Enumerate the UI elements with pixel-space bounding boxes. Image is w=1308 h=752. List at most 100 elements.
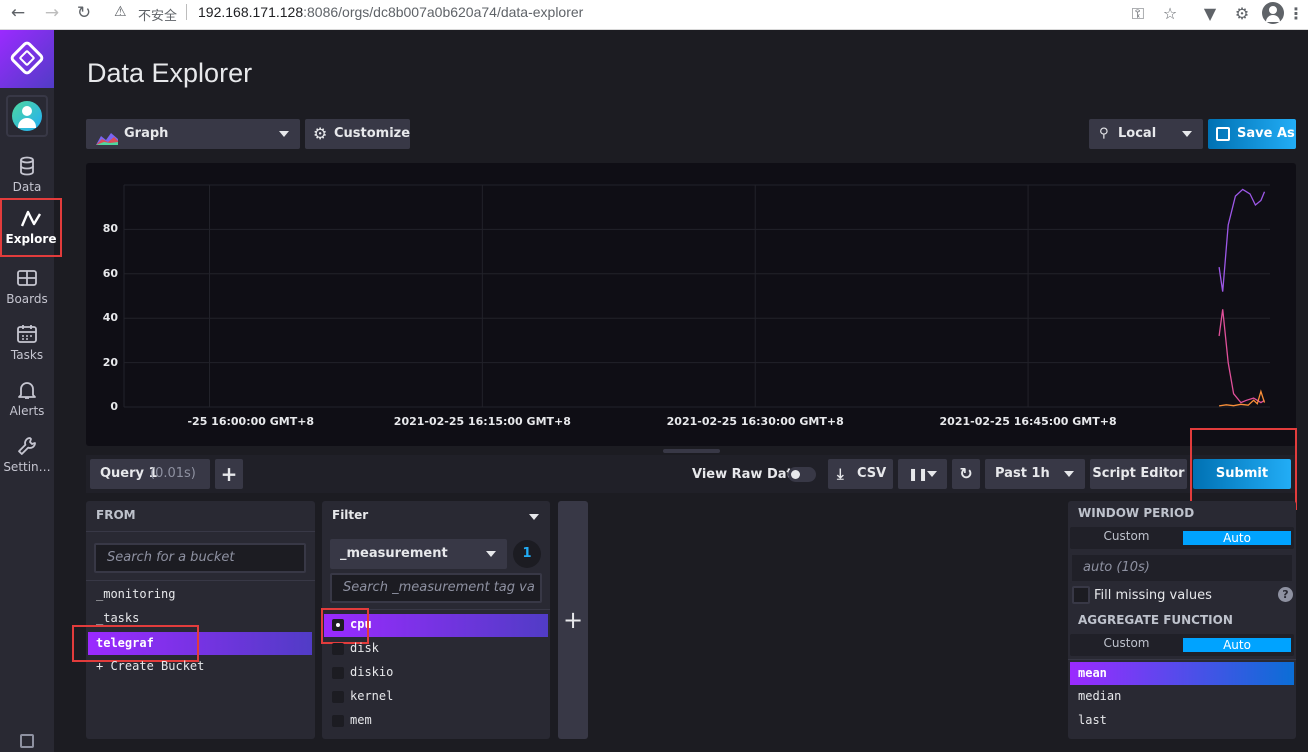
tag-value-item[interactable]: kernel xyxy=(332,689,393,704)
reload-icon[interactable]: ↻ xyxy=(72,3,96,25)
download-icon: ⤓ xyxy=(837,465,844,483)
script-editor-button[interactable]: Script Editor xyxy=(1090,459,1187,489)
add-filter-button[interactable]: + xyxy=(558,501,588,739)
menu-icon[interactable]: ⋮ xyxy=(1286,4,1306,24)
query-tab-time: (0.01s) xyxy=(150,466,196,481)
back-icon[interactable]: ← xyxy=(6,3,30,25)
vis-type-label: Graph xyxy=(124,126,169,141)
from-header: FROM xyxy=(96,508,136,522)
sidebar-item-alerts[interactable]: Alerts xyxy=(0,376,54,432)
gear-icon: ⚙ xyxy=(313,124,328,143)
filter-header: Filter xyxy=(332,508,369,522)
pause-dropdown[interactable]: ❚❚ xyxy=(898,459,947,489)
tag-value-search-input[interactable]: Search _measurement tag va xyxy=(330,573,542,603)
highlight-box xyxy=(72,625,199,662)
refresh-button[interactable]: ↻ xyxy=(952,459,980,489)
bucket-item[interactable]: _tasks xyxy=(96,611,139,625)
avatar[interactable] xyxy=(12,101,42,131)
page-title: Data Explorer xyxy=(87,58,253,88)
insecure-label: 不安全 xyxy=(138,9,178,24)
sidebar-item-boards[interactable]: Boards xyxy=(0,264,54,320)
tag-value-item[interactable]: mem xyxy=(332,713,372,728)
highlight-box xyxy=(321,608,369,644)
y-tick-label: 80 xyxy=(102,222,118,236)
checkbox xyxy=(332,642,344,655)
resize-handle[interactable] xyxy=(663,449,720,453)
collapse-sidebar-icon[interactable] xyxy=(20,734,34,748)
vis-type-dropdown[interactable]: Graph xyxy=(86,119,300,149)
help-icon[interactable]: ? xyxy=(1278,587,1293,602)
calendar-icon xyxy=(0,324,54,348)
aggregate-item-selected[interactable]: mean xyxy=(1070,662,1294,685)
sidebar-item-explore[interactable]: Explore xyxy=(0,198,62,257)
query-tab-label: Query 1 xyxy=(100,466,158,481)
divider xyxy=(86,531,315,532)
line-chart[interactable] xyxy=(86,163,1296,446)
x-tick-label: -25 16:00:00 GMT+8 xyxy=(187,415,315,428)
aggregate-item[interactable]: last xyxy=(1078,713,1107,727)
window-auto-option[interactable]: Auto xyxy=(1183,531,1291,545)
customize-label: Customize xyxy=(334,126,411,141)
wrench-icon xyxy=(0,436,54,460)
sidebar-item-label: Alerts xyxy=(9,404,45,418)
chart-grid xyxy=(123,184,1270,408)
sidebar-item-tasks[interactable]: Tasks xyxy=(0,320,54,376)
refresh-icon: ↻ xyxy=(959,464,973,483)
x-tick-label: 2021-02-25 16:15:00 GMT+8 xyxy=(393,415,571,428)
url-path: :8086/orgs/dc8b007a0b620a74/data-explore… xyxy=(303,4,584,20)
bucket-search-input[interactable]: Search for a bucket xyxy=(94,543,306,573)
extension-v-icon[interactable]: ▼ xyxy=(1200,4,1220,24)
series-line-1 xyxy=(1218,188,1266,292)
view-raw-toggle[interactable] xyxy=(788,467,816,482)
bucket-item[interactable]: _monitoring xyxy=(96,587,175,601)
profile-icon[interactable] xyxy=(1262,2,1284,24)
divider xyxy=(1068,659,1296,660)
checkbox xyxy=(332,690,344,703)
customize-button[interactable]: ⚙ Customize xyxy=(305,119,410,149)
timezone-dropdown[interactable]: ⚲ Local xyxy=(1089,119,1203,149)
star-icon[interactable]: ☆ xyxy=(1160,4,1180,24)
window-period-header: WINDOW PERIOD xyxy=(1078,506,1195,520)
tag-value-label: disk xyxy=(350,641,379,655)
selected-count-badge: 1 xyxy=(513,540,541,568)
window-period-toggle: Custom Auto xyxy=(1070,527,1294,549)
sidebar-item-label: Boards xyxy=(6,292,48,306)
csv-button[interactable]: ⤓ CSV xyxy=(828,459,893,489)
tag-value-item[interactable]: disk xyxy=(332,641,379,656)
divider xyxy=(86,580,315,581)
time-range-label: Past 1h xyxy=(995,466,1050,481)
key-icon[interactable]: ⚿ xyxy=(1128,4,1148,24)
tag-value-item[interactable]: diskio xyxy=(332,665,393,680)
aggregate-auto-option[interactable]: Auto xyxy=(1183,638,1291,652)
chevron-down-icon[interactable] xyxy=(529,514,539,520)
pin-icon: ⚲ xyxy=(1099,126,1109,141)
save-as-button[interactable]: Save As xyxy=(1208,119,1296,149)
fill-missing-checkbox[interactable] xyxy=(1072,586,1090,604)
toggle-knob xyxy=(791,470,800,479)
x-tick-label: 2021-02-25 16:30:00 GMT+8 xyxy=(666,415,844,428)
query-tab[interactable]: Query 1 (0.01s) xyxy=(90,459,210,489)
checkbox xyxy=(332,666,344,679)
time-range-dropdown[interactable]: Past 1h xyxy=(985,459,1085,489)
forward-icon[interactable]: → xyxy=(40,3,64,25)
y-tick-label: 0 xyxy=(110,400,118,413)
y-tick-label: 60 xyxy=(102,266,118,280)
puzzle-icon[interactable]: ⚙ xyxy=(1232,4,1252,24)
chevron-down-icon xyxy=(279,131,289,137)
aggregate-toggle: Custom Auto xyxy=(1070,634,1294,656)
aggregate-item[interactable]: median xyxy=(1078,689,1121,703)
csv-label: CSV xyxy=(857,466,887,481)
sidebar-item-settings[interactable]: Settin… xyxy=(0,432,54,488)
aggregate-custom-option[interactable]: Custom xyxy=(1074,635,1179,655)
sidebar-item-label: Data xyxy=(12,180,42,194)
database-icon xyxy=(0,156,54,180)
sidebar-item-label: Tasks xyxy=(10,348,44,362)
y-tick-label: 40 xyxy=(102,311,118,325)
add-query-button[interactable]: + xyxy=(215,459,243,489)
window-custom-option[interactable]: Custom xyxy=(1074,528,1179,548)
series-line-3 xyxy=(1219,389,1266,407)
window-period-input[interactable]: auto (10s) xyxy=(1070,553,1294,583)
tag-value-label: kernel xyxy=(350,689,394,703)
create-bucket-link[interactable]: + Create Bucket xyxy=(96,659,204,673)
tag-key-dropdown[interactable]: _measurement xyxy=(330,539,507,569)
